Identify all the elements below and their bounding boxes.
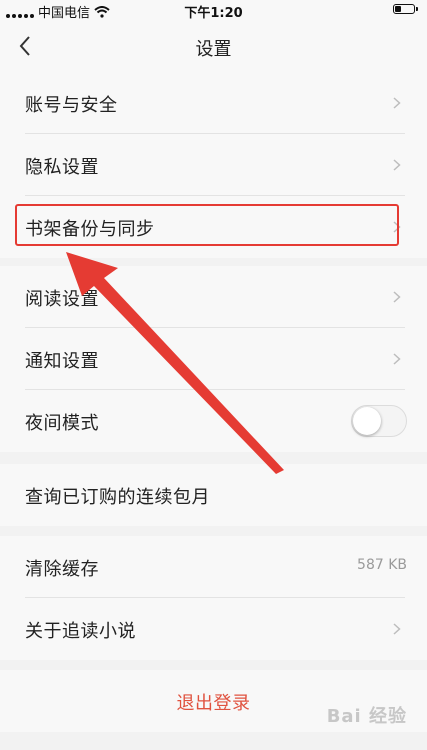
arrow-shape <box>66 252 284 474</box>
watermark: Bai 经验 <box>326 706 407 727</box>
red-arrow-annotation <box>66 252 284 474</box>
